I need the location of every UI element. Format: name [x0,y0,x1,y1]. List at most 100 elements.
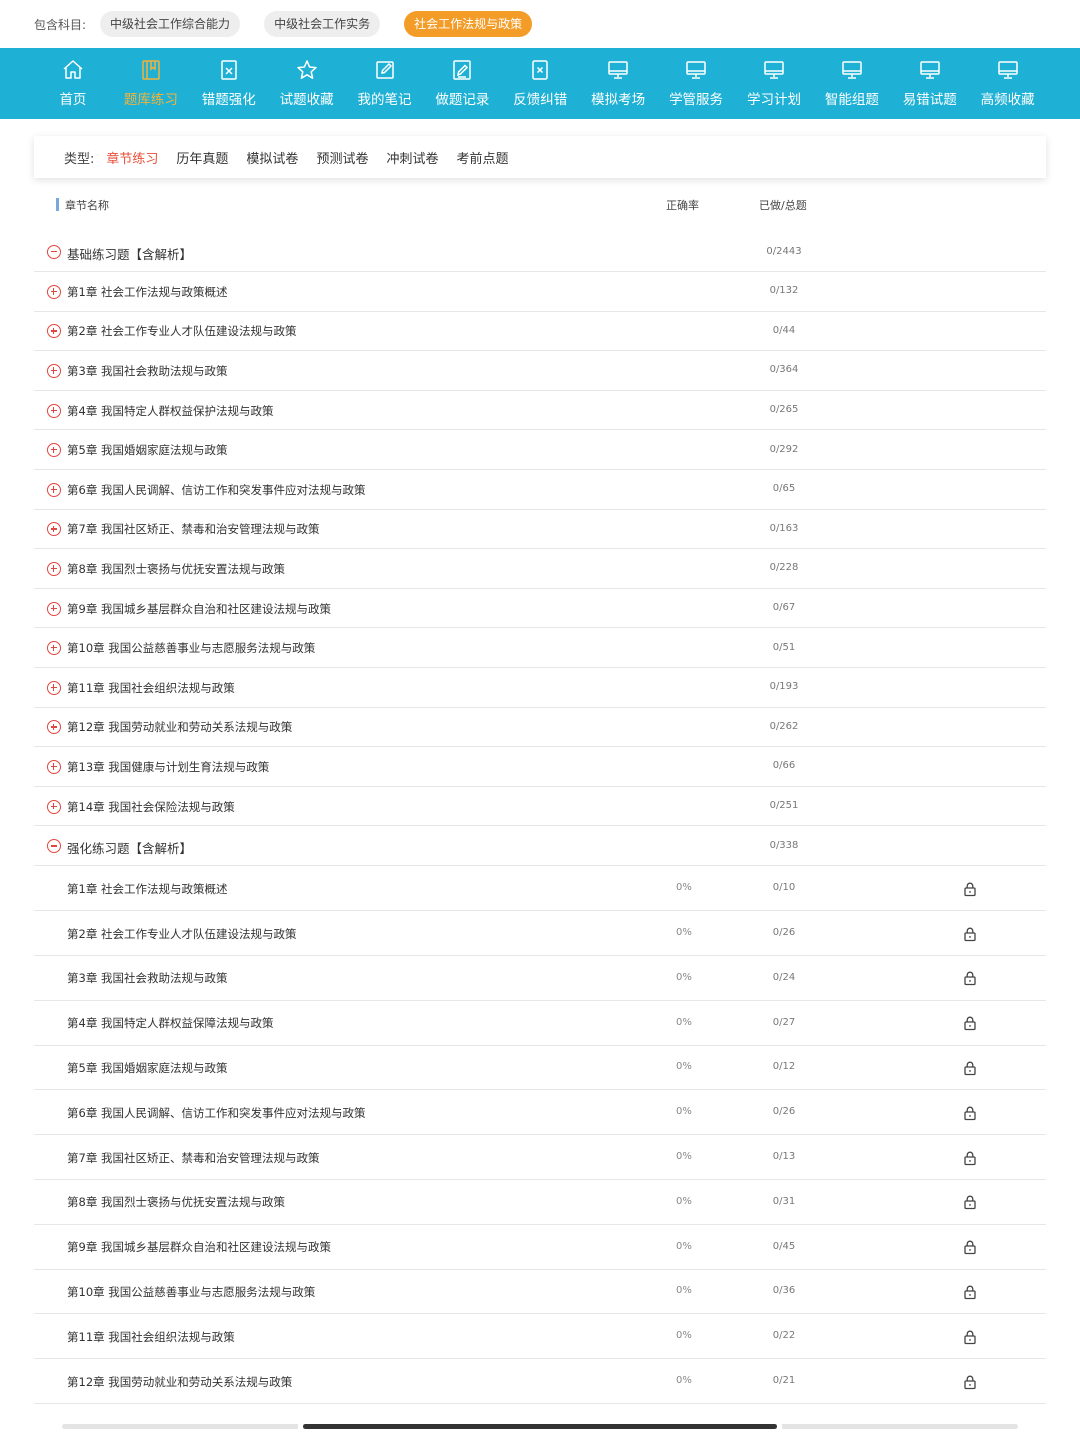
collapse-icon[interactable] [47,245,61,259]
row-done-total: 0/24 [772,971,796,983]
type-label: 类型: [64,151,95,167]
chapter-row[interactable]: 第1章 社会工作法规与政策概述 0% 0/10 [34,866,1046,912]
lock-icon[interactable] [962,1239,978,1255]
chapter-row[interactable]: 第11章 我国社会组织法规与政策 0/193 [34,668,1046,708]
row-accuracy: 0% [676,1151,692,1163]
lock-icon[interactable] [962,1329,978,1345]
subject-chip[interactable]: 中级社会工作综合能力 [100,11,241,37]
row-done-total: 0/228 [769,562,799,574]
chapter-row[interactable]: 第9章 我国城乡基层群众自治和社区建设法规与政策 0/67 [34,589,1046,629]
nav-item[interactable]: 试题收藏 [268,48,346,119]
expand-icon[interactable] [47,403,61,418]
nav-item[interactable]: 高频收藏 [969,48,1047,119]
chapter-row[interactable]: 第3章 我国社会救助法规与政策 0/364 [34,351,1046,391]
nav-item[interactable]: 智能组题 [813,48,891,119]
row-done-total: 0/51 [772,641,796,653]
subject-chip[interactable]: 社会工作法规与政策 [404,11,533,37]
type-tab-list: 章节练习 历年真题 模拟试卷 预测试卷 冲刺试卷 考前点题 [106,148,526,167]
section-row[interactable]: 强化练习题【含解析】 0/338 [34,826,1046,867]
lock-icon[interactable] [962,1105,978,1121]
lock-icon[interactable] [962,970,978,986]
expand-icon[interactable] [47,284,61,299]
chapter-row[interactable]: 第12章 我国劳动就业和劳动关系法规与政策 0/262 [34,708,1046,748]
row-name: 第5章 我国婚姻家庭法规与政策 [67,1060,228,1075]
nav-item[interactable]: 模拟考场 [579,48,657,119]
row-name: 第6章 我国人民调解、信访工作和突发事件应对法规与政策 [67,1105,366,1120]
section-row[interactable]: 基础练习题【含解析】 0/2443 [34,232,1046,272]
nav-item[interactable]: 错题强化 [190,48,268,119]
header-accent-bar [56,198,59,211]
expand-icon[interactable] [47,363,61,378]
chapter-row[interactable]: 第10章 我国公益慈善事业与志愿服务法规与政策 0/51 [34,628,1046,668]
main-nav: 首页 题库练习 错题强化 试题收藏 我的笔记 做题记录 反馈纠错 模拟考场 学管服务 学习计划 智能… [0,48,1080,119]
chapter-row[interactable]: 第5章 我国婚姻家庭法规与政策 0/292 [34,430,1046,470]
chapter-row[interactable]: 第7章 我国社区矫正、禁毒和治安管理法规与政策 0/163 [34,510,1046,550]
chapter-row[interactable]: 第11章 我国社会组织法规与政策 0% 0/22 [34,1314,1046,1360]
chapter-row[interactable]: 第8章 我国烈士褒扬与优抚安置法规与政策 0% 0/31 [34,1180,1046,1225]
expand-icon[interactable] [47,601,61,616]
expand-icon[interactable] [47,680,61,695]
chapter-row[interactable]: 第3章 我国社会救助法规与政策 0% 0/24 [34,956,1046,1001]
row-done-total: 0/292 [769,443,799,455]
row-name: 第2章 社会工作专业人才队伍建设法规与政策 [67,926,297,941]
lock-icon[interactable] [962,1194,978,1210]
lock-icon[interactable] [962,1015,978,1031]
nav-item[interactable]: 学习计划 [735,48,813,119]
type-tab[interactable]: 模拟试卷 [246,148,298,167]
lock-icon[interactable] [962,1060,978,1076]
row-name: 第6章 我国人民调解、信访工作和突发事件应对法规与政策 [67,482,366,497]
expand-icon[interactable] [47,482,61,497]
chapter-row[interactable]: 第1章 社会工作法规与政策概述 0/132 [34,272,1046,312]
expand-icon[interactable] [47,641,61,656]
type-tabs-card: 类型: 章节练习 历年真题 模拟试卷 预测试卷 冲刺试卷 考前点题 [34,136,1046,178]
chapter-row[interactable]: 第13章 我国健康与计划生育法规与政策 0/66 [34,747,1046,787]
chapter-row[interactable]: 第4章 我国特定人群权益保障法规与政策 0% 0/27 [34,1001,1046,1046]
chapter-row[interactable]: 第10章 我国公益慈善事业与志愿服务法规与政策 0% 0/36 [34,1270,1046,1315]
chapter-row[interactable]: 第4章 我国特定人群权益保护法规与政策 0/265 [34,391,1046,431]
expand-icon[interactable] [47,720,61,735]
expand-icon[interactable] [47,443,61,458]
nav-item[interactable]: 易错试题 [891,48,969,119]
lock-icon[interactable] [962,926,978,942]
lock-icon[interactable] [962,1150,978,1166]
chapter-row[interactable]: 第5章 我国婚姻家庭法规与政策 0% 0/12 [34,1046,1046,1091]
type-tab[interactable]: 章节练习 [106,148,158,167]
chapter-row[interactable]: 第12章 我国劳动就业和劳动关系法规与政策 0% 0/21 [34,1359,1046,1404]
type-tab[interactable]: 考前点题 [456,148,508,167]
chapter-row[interactable]: 第2章 社会工作专业人才队伍建设法规与政策 0% 0/26 [34,911,1046,956]
chapter-row[interactable]: 第2章 社会工作专业人才队伍建设法规与政策 0/44 [34,312,1046,352]
chapter-row[interactable]: 第14章 我国社会保险法规与政策 0/251 [34,787,1046,827]
chapter-row[interactable]: 第8章 我国烈士褒扬与优抚安置法规与政策 0/228 [34,549,1046,589]
chapter-row[interactable]: 第7章 我国社区矫正、禁毒和治安管理法规与政策 0% 0/13 [34,1135,1046,1180]
subject-chip[interactable]: 中级社会工作实务 [264,11,381,37]
expand-icon[interactable] [47,522,61,537]
chapter-row[interactable]: 第6章 我国人民调解、信访工作和突发事件应对法规与政策 0% 0/26 [34,1090,1046,1136]
row-name: 第14章 我国社会保险法规与政策 [67,799,235,814]
expand-icon[interactable] [47,799,61,814]
lock-icon[interactable] [962,1284,978,1300]
monitor-icon [606,58,630,82]
chapter-row[interactable]: 第6章 我国人民调解、信访工作和突发事件应对法规与政策 0/65 [34,470,1046,510]
nav-item[interactable]: 首页 [34,48,112,119]
nav-item-label: 智能组题 [824,92,879,108]
nav-item[interactable]: 反馈纠错 [501,48,579,119]
nav-item[interactable]: 做题记录 [423,48,501,119]
horizontal-scrollbar[interactable] [62,1424,1018,1429]
expand-icon[interactable] [47,561,61,576]
lock-icon[interactable] [962,1374,978,1390]
nav-item[interactable]: 题库练习 [112,48,190,119]
expand-icon[interactable] [47,759,61,774]
monitor-icon [684,58,708,82]
collapse-icon[interactable] [47,839,61,854]
chapter-row[interactable]: 第9章 我国城乡基层群众自治和社区建设法规与政策 0% 0/45 [34,1225,1046,1270]
nav-item[interactable]: 学管服务 [657,48,735,119]
expand-icon[interactable] [47,324,61,339]
scrollbar-thumb[interactable] [303,1424,777,1429]
row-accuracy: 0% [676,927,692,939]
type-tab[interactable]: 冲刺试卷 [386,148,438,167]
nav-item[interactable]: 我的笔记 [346,48,424,119]
type-tab[interactable]: 预测试卷 [316,148,368,167]
type-tab[interactable]: 历年真题 [176,148,228,167]
lock-icon[interactable] [962,881,978,897]
book-icon [139,58,163,82]
